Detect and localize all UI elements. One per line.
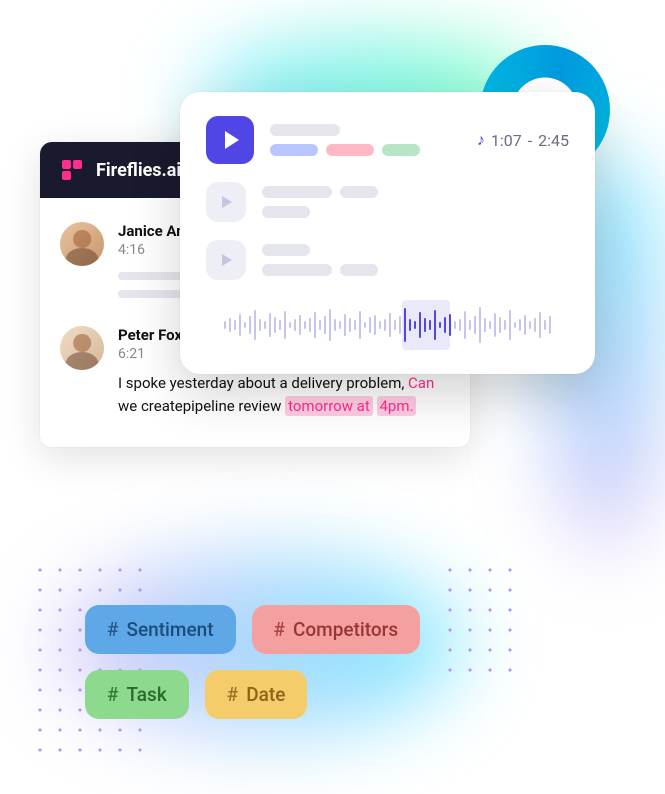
track-segments [270, 124, 420, 136]
track-segments [262, 244, 378, 256]
segments-wrap [270, 124, 420, 156]
tag-sentiment[interactable]: # Sentiment [85, 605, 236, 654]
play-button[interactable] [206, 182, 246, 222]
text-highlight: tomorrow at [285, 396, 373, 416]
time-display: ♪ 1:07 - 2:45 [477, 130, 569, 150]
hash-icon: # [107, 618, 118, 641]
tag-task[interactable]: # Task [85, 670, 189, 719]
tag-competitors[interactable]: # Competitors [252, 605, 421, 654]
segment [340, 264, 378, 276]
segments-wrap [262, 186, 378, 218]
avatar [60, 326, 104, 370]
track-segments [262, 264, 378, 276]
track-segments [270, 144, 420, 156]
segment [262, 244, 310, 256]
segment [262, 264, 332, 276]
text: we createpipeline review [118, 397, 285, 415]
track-segments [262, 206, 378, 218]
text-highlight: Can [408, 374, 434, 392]
segment [262, 186, 332, 198]
text-highlight: 4pm. [377, 396, 417, 416]
play-icon [222, 254, 232, 266]
play-icon [222, 196, 232, 208]
segment [270, 144, 318, 156]
segment [326, 144, 374, 156]
avatar [60, 222, 104, 266]
transcript-text: I spoke yesterday about a delivery probl… [118, 372, 450, 419]
segment [262, 206, 310, 218]
text: I spoke yesterday about a delivery probl… [118, 374, 408, 392]
waveform[interactable] [206, 300, 569, 350]
segment [340, 186, 378, 198]
hash-icon: # [274, 618, 285, 641]
music-note-icon: ♪ [477, 130, 485, 150]
time-end: 2:45 [538, 131, 569, 150]
waveform-playhead[interactable] [402, 300, 450, 350]
time-sep: - [528, 131, 532, 150]
tag-label: Competitors [293, 618, 398, 641]
audio-track-row [206, 240, 569, 280]
segment [270, 124, 340, 136]
tag-label: Task [126, 683, 166, 706]
app-title: Fireflies.ai [96, 160, 181, 181]
hash-icon: # [227, 683, 238, 706]
audio-track-row [206, 182, 569, 222]
hash-icon: # [107, 683, 118, 706]
segment [382, 144, 420, 156]
play-button[interactable] [206, 116, 254, 164]
track-segments [262, 186, 378, 198]
play-button[interactable] [206, 240, 246, 280]
time-start: 1:07 [491, 131, 522, 150]
audio-track-row: ♪ 1:07 - 2:45 [206, 116, 569, 164]
tag-label: Sentiment [126, 618, 213, 641]
tag-label: Date [246, 683, 285, 706]
fireflies-logo-icon [60, 158, 84, 182]
tags-container: # Sentiment # Competitors # Task # Date [85, 605, 485, 719]
audio-player-card: ♪ 1:07 - 2:45 [180, 92, 595, 374]
segments-wrap [262, 244, 378, 276]
play-icon [225, 131, 239, 149]
tag-date[interactable]: # Date [205, 670, 308, 719]
